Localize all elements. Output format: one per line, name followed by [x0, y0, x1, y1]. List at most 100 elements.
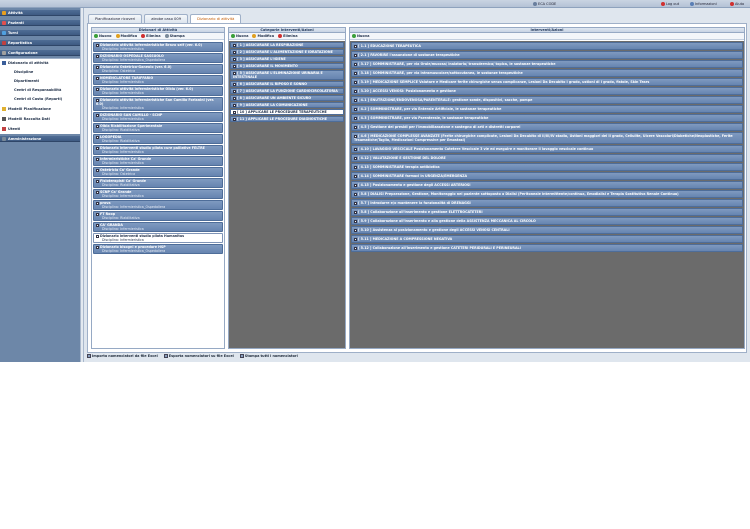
dictionary-discipline: Disciplina: Infermieristica: [102, 80, 144, 84]
category-item[interactable]: [ 8 ] ASSICURARE UN AMBIENTE SICURO: [230, 95, 344, 101]
delete-dictionary-button[interactable]: Elimina: [141, 34, 161, 38]
category-item[interactable]: [ 4 ] ASSICURARE IL MOVIMENTO: [230, 63, 344, 69]
intervention-item[interactable]: [ 5.11 ] MEDICAZIONE A COMPRESSIONE NEGA…: [351, 235, 743, 243]
dictionary-item[interactable]: LOGOPEDIA Disciplina: Riabilitativa: [93, 134, 223, 144]
help-button[interactable]: Aiuto: [730, 2, 744, 6]
intervention-item[interactable]: [ 4.13 ] SOMMINISTRARE terapia antibioti…: [351, 163, 743, 171]
intervention-item[interactable]: [ 4.2 ] SOMMINISTRARE, per via Enterale …: [351, 105, 743, 113]
intervention-item[interactable]: [ 4.12 ] VALUTAZIONE E GESTIONE DEL DOLO…: [351, 154, 743, 162]
edit-category-button[interactable]: Modifica: [252, 34, 274, 38]
tab-pianificazione[interactable]: Pianificazione ricoveri: [88, 14, 143, 23]
dictionary-item[interactable]: NOMENCLATORE TARIFFARIO Disciplina: Infer…: [93, 75, 223, 85]
intervention-item[interactable]: [ 4.10 ] LAVAGGIO VESCICALE Posizionamen…: [351, 145, 743, 153]
category-icon: [233, 43, 236, 47]
category-icon: [233, 96, 236, 100]
info-button[interactable]: Informazioni: [690, 2, 717, 6]
dictionary-item[interactable]: Dizionario attività Infermieristiche Bra…: [93, 42, 223, 52]
dictionary-item[interactable]: Fisioterapisti Ca' Grande Disciplina: Ria…: [93, 178, 223, 188]
dictionary-item[interactable]: FT Roop Disciplina: Riabilitativa: [93, 211, 223, 221]
intervention-item[interactable]: [ 4.6 ] MEDICAZIONE COMPLESSE AVANZATE (…: [351, 132, 743, 144]
intervention-item[interactable]: [ 3.20 ] ACCESSI VENOSI: Posizionamento …: [351, 87, 743, 95]
dictionary-item[interactable]: CA' GRANDA Disciplina: Infermieristica: [93, 222, 223, 232]
category-item[interactable]: [ 3 ] ASSICURARE L'IGIENE: [230, 56, 344, 62]
intervention-item[interactable]: [ 4.3 ] SOMMINISTRARE, per via Parentera…: [351, 114, 743, 122]
dictionary-item[interactable]: SCNP Ca' Grande Disciplina: Infermieristi…: [93, 189, 223, 199]
new-category-button[interactable]: Nuova: [231, 34, 248, 38]
dictionary-item[interactable]: Olbia Riabilitazione Sperimentale Discipl…: [93, 123, 223, 133]
dictionaries-panel: Dizionari di Attività Nuovo Modifica Eli…: [91, 27, 225, 349]
dictionary-item[interactable]: Dizionario attività Infermieristiche Olb…: [93, 86, 223, 96]
dictionary-icon: [2, 61, 6, 65]
interventions-panel: Interventi/Azioni Nuova [ 1.1 ] EDUCAZIO…: [349, 27, 745, 349]
sidebar-item-amministrazione[interactable]: Amministrazione: [0, 136, 80, 142]
intervention-icon: [354, 174, 357, 178]
dictionary-item[interactable]: Dizionario bisogni e procedure HSP Discip…: [93, 244, 223, 254]
intervention-item[interactable]: [ 2.1 ] FAVORIRE l'assunzione di sostanz…: [351, 51, 743, 59]
category-item[interactable]: [ 1 ] ASSICURARE LA RESPIRAZIONE: [230, 42, 344, 48]
shifts-icon: [2, 31, 6, 35]
submenu-modelli-pianificazione[interactable]: Modelli Pianificazione: [0, 106, 80, 112]
category-label: [ 6 ] ASSICURARE IL RIPOSO E SONNO: [237, 82, 307, 86]
category-item[interactable]: [ 6 ] ASSICURARE IL RIPOSO E SONNO: [230, 81, 344, 87]
category-item[interactable]: [ 5 ] ASSICURARE L'ELIMINAZIONE URINARIA…: [230, 70, 344, 80]
export-excel-button[interactable]: Esporta nomenclatori su file Excel: [163, 353, 234, 359]
logout-button[interactable]: Log out: [661, 2, 679, 6]
dictionary-item[interactable]: Dizionario interventi studio pilota cure…: [93, 145, 223, 155]
intervention-item[interactable]: [ 1.1 ] EDUCAZIONE TERAPEUTICA: [351, 42, 743, 50]
dictionary-item[interactable]: Dizionario attività Infermieristiche San…: [93, 97, 223, 111]
dictionary-item[interactable]: DIZIONARIO OSPEDALE SASSUOLO Disciplina: …: [93, 53, 223, 63]
print-dictionary-button[interactable]: Stampa: [164, 34, 185, 38]
intervention-item[interactable]: [ 3.18 ] SOMMINISTRARE, per via intramus…: [351, 69, 743, 77]
category-label: [ 4 ] ASSICURARE IL MOVIMENTO: [237, 64, 298, 68]
dictionary-item[interactable]: Dizionario Ostetrico-Ganeolo (ver. 6.0) D…: [93, 64, 223, 74]
category-item[interactable]: [ 9 ] ASSICURARE LA COMUNICAZIONE: [230, 102, 344, 108]
dictionary-discipline: Disciplina: Infermieristica: [102, 150, 144, 154]
submenu-dizionario[interactable]: Dizionario di attività: [0, 60, 80, 66]
tab-dizionario[interactable]: Dizionario di attività: [190, 14, 242, 23]
intervention-item[interactable]: [ 5.8 ] DIALISI Preparazione, Gestione, …: [351, 190, 743, 198]
dictionary-item[interactable]: prova Disciplina: Infermieristica_Ospedal…: [93, 200, 223, 210]
tab-caso[interactable]: atrobe caso 009: [144, 14, 189, 23]
print-all-button[interactable]: Stampa tutti i nomenclatori: [239, 353, 298, 359]
intervention-item[interactable]: [ 5.9 ] Collaborazione all'inserimento e…: [351, 217, 743, 225]
intervention-item[interactable]: [ 3.19 ] MEDICAZIONE SEMPLICE Valutare e…: [351, 78, 743, 86]
submenu-discipline[interactable]: Discipline: [0, 69, 80, 75]
intervention-item[interactable]: [ 4.15 ] Posizionamento e gestione degli…: [351, 181, 743, 189]
intervention-item[interactable]: [ 5.10 ] Assistenza al posizionamento e …: [351, 226, 743, 234]
intervention-item[interactable]: [ 4.14 ] SOMMINISTRARE farmaci in URGENZ…: [351, 172, 743, 180]
sidebar-item-pazienti[interactable]: Pazienti: [0, 20, 80, 26]
users-icon: [2, 127, 6, 131]
submenu-centri-responsabilita[interactable]: Centri di Responsabilità: [0, 87, 80, 93]
dictionary-item[interactable]: Infermieristiche Ca' Grande Disciplina: I…: [93, 156, 223, 166]
sidebar-item-attivita[interactable]: Attività: [0, 10, 80, 16]
sidebar-item-turni[interactable]: Turni: [0, 30, 80, 36]
intervention-item[interactable]: [ 4.1 ] ENUTRIZIONE/ENDOVENOSA/PARENTERA…: [351, 96, 743, 104]
dictionary-icon: [96, 157, 99, 161]
submenu-modelli-raccolta[interactable]: Modelli Raccolta Dati: [0, 116, 80, 122]
intervention-item[interactable]: [ 5.8 ] Collaborazione all'inserimento e…: [351, 208, 743, 216]
interventions-list: [ 1.1 ] EDUCAZIONE TERAPEUTICA [ 2.1 ] FA…: [350, 41, 744, 348]
intervention-item[interactable]: [ 5.7 ] Introdurre e/o mantenere la funz…: [351, 199, 743, 207]
new-intervention-button[interactable]: Nuova: [352, 34, 369, 38]
sidebar-item-configurazione[interactable]: Configurazione: [0, 50, 80, 56]
dictionary-item[interactable]: Ostetricia Ca' Grande Disciplina: Ostetri…: [93, 167, 223, 177]
category-label: [ 5 ] ASSICURARE L'ELIMINAZIONE URINARIA…: [233, 71, 323, 79]
intervention-item[interactable]: [ 3.17 ] SOMMINISTRARE, per via Orale/mu…: [351, 60, 743, 68]
intervention-icon: [354, 156, 357, 160]
intervention-item[interactable]: [ 5.12 ] Collaborazione all'inserimento …: [351, 244, 743, 252]
dictionary-item[interactable]: Dizionario interventi studio pilota Huma…: [93, 233, 223, 243]
import-excel-button[interactable]: Importa nomenclatori da file Excel: [87, 353, 158, 359]
intervention-item[interactable]: [ 4.5 ] Gestione dei presidi per l'immob…: [351, 123, 743, 131]
delete-category-button[interactable]: Elimina: [278, 34, 298, 38]
submenu-utenti[interactable]: Utenti: [0, 126, 80, 132]
submenu-dipartimenti[interactable]: Dipartimenti: [0, 78, 80, 84]
edit-dictionary-button[interactable]: Modifica: [115, 34, 137, 38]
sidebar-item-reportistica[interactable]: Reportistica: [0, 40, 80, 46]
dictionary-item[interactable]: DIZIONARIO SAN CAMILLO - SCNP Disciplina:…: [93, 112, 223, 122]
submenu-centri-costo[interactable]: Centri di Costo (Reparti): [0, 96, 80, 102]
category-item[interactable]: [ 7 ] ASSICURARE LA FUNZIONE CARDIOCIRCO…: [230, 88, 344, 94]
category-item[interactable]: [ 11 ] APPLICARE LE PROCEDURE DIAGNOSTIC…: [230, 116, 344, 122]
new-dictionary-button[interactable]: Nuovo: [94, 34, 112, 38]
category-item[interactable]: [ 2 ] ASSICURARE L'ALIMENTAZIONE E IDRAT…: [230, 49, 344, 55]
category-item[interactable]: [ 10 ] APPLICARE LE PROCEDURE TERAPEUTIC…: [230, 109, 344, 115]
